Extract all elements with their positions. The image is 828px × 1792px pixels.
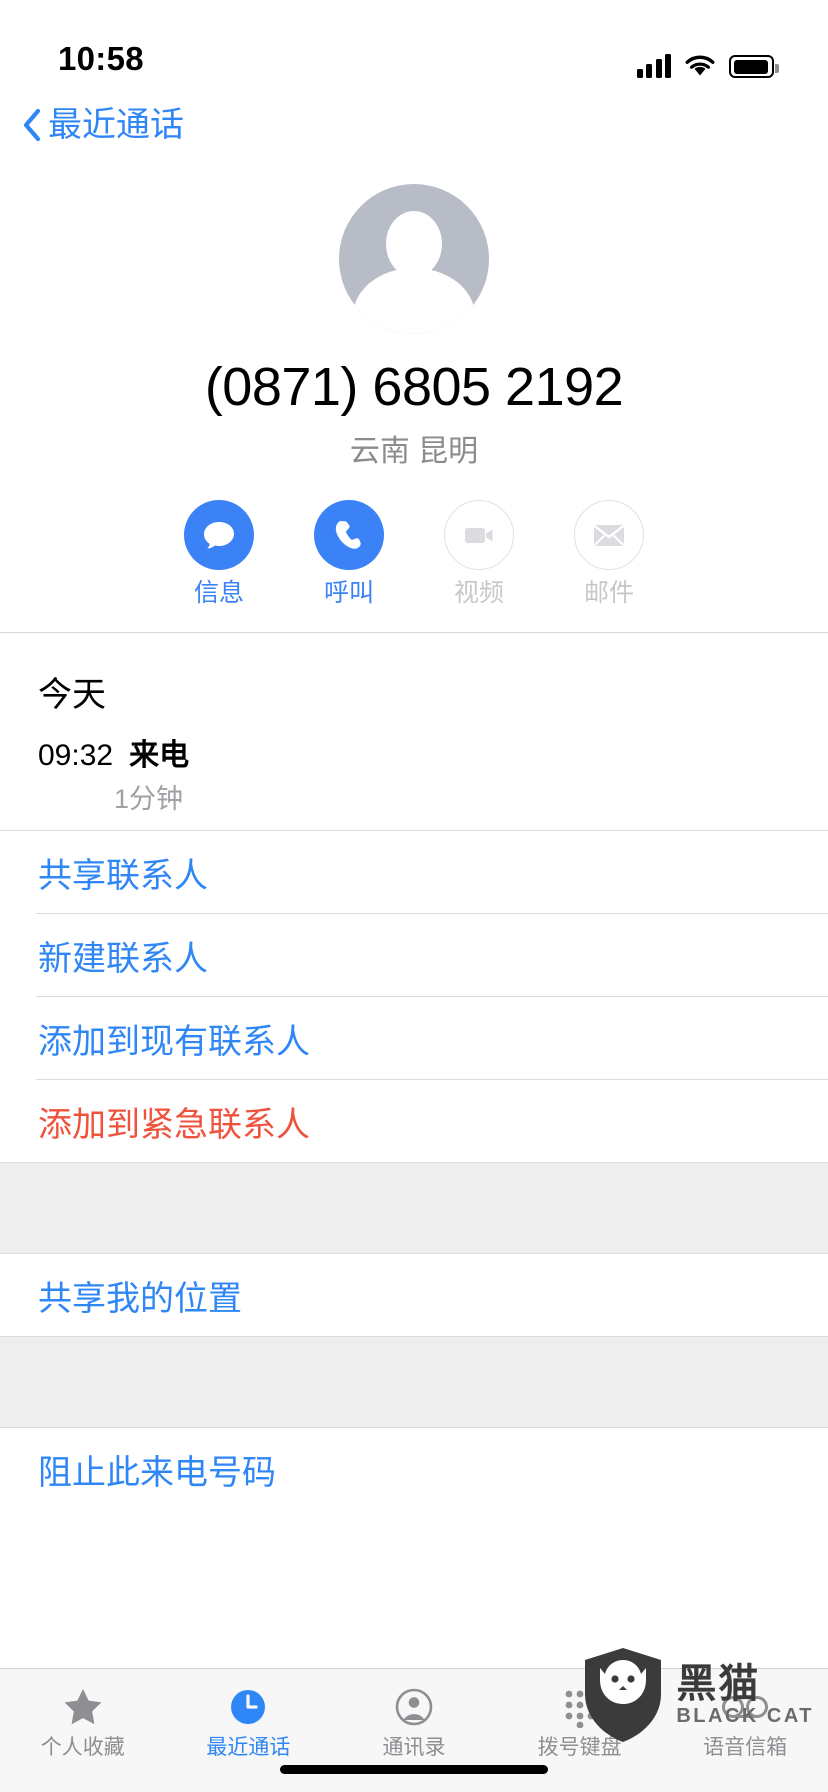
keypad-icon (559, 1683, 601, 1731)
back-button[interactable]: 最近通话 (22, 108, 184, 142)
block-action-list: 阻止此来电号码 (0, 1428, 828, 1510)
tab-voicemail-label: 语音信箱 (703, 1736, 788, 1759)
call-log-duration: 1分钟 (114, 784, 184, 814)
call-log-time: 09:32 (38, 739, 114, 772)
tab-contacts-label: 通讯录 (382, 1736, 446, 1759)
envelope-icon (574, 500, 644, 570)
quick-action-message-label: 信息 (193, 579, 244, 607)
quick-action-bar: 信息 呼叫 视频 邮件 (184, 500, 644, 606)
tab-keypad-label: 拨号键盘 (537, 1736, 622, 1759)
navigation-bar: 最近通话 (0, 92, 828, 158)
wifi-icon (684, 54, 716, 78)
add-to-existing-contact-row[interactable]: 添加到现有联系人 (0, 997, 828, 1079)
quick-action-call[interactable]: 呼叫 (314, 500, 384, 606)
call-log-type: 来电 (129, 739, 190, 772)
star-icon (62, 1683, 104, 1731)
add-to-emergency-contact-row[interactable]: 添加到紧急联系人 (0, 1080, 828, 1162)
chevron-left-icon (22, 108, 42, 142)
contact-phone-number: (0871) 6805 2192 (204, 357, 624, 417)
person-placeholder-icon (339, 184, 489, 334)
status-bar: 10:58 (0, 0, 828, 92)
clock-icon (227, 1683, 269, 1731)
contact-header: (0871) 6805 2192 云南 昆明 信息 呼叫 视频 邮件 (0, 158, 828, 606)
tab-favorites-label: 个人收藏 (40, 1736, 125, 1759)
call-log-section: 今天 09:32 来电 1分钟 (0, 633, 828, 816)
tab-favorites[interactable]: 个人收藏 (0, 1683, 166, 1758)
tab-contacts[interactable]: 通讯录 (331, 1683, 497, 1758)
block-caller-row[interactable]: 阻止此来电号码 (0, 1428, 828, 1510)
contact-location: 云南 昆明 (349, 435, 479, 468)
tab-recents[interactable]: 最近通话 (166, 1683, 332, 1758)
back-button-label: 最近通话 (48, 106, 184, 144)
quick-action-message[interactable]: 信息 (184, 500, 254, 606)
video-camera-icon (444, 500, 514, 570)
status-bar-indicators (636, 54, 779, 78)
phone-handset-icon (314, 500, 384, 570)
call-log-date-header: 今天 (38, 676, 106, 714)
status-bar-time: 10:58 (58, 40, 144, 77)
location-action-list: 共享我的位置 (0, 1254, 828, 1336)
quick-action-video-label: 视频 (453, 579, 504, 607)
call-log-entry-line: 09:32 来电 (38, 730, 828, 774)
quick-action-mail[interactable]: 邮件 (574, 500, 644, 606)
tab-keypad[interactable]: 拨号键盘 (497, 1683, 663, 1758)
battery-icon (729, 55, 779, 78)
create-new-contact-row[interactable]: 新建联系人 (0, 914, 828, 996)
quick-action-mail-label: 邮件 (583, 579, 634, 607)
call-log-entry: 09:32 来电 1分钟 (0, 730, 828, 816)
share-my-location-row[interactable]: 共享我的位置 (0, 1254, 828, 1336)
message-bubble-icon (184, 500, 254, 570)
share-contact-row[interactable]: 共享联系人 (0, 831, 828, 913)
quick-action-video[interactable]: 视频 (444, 500, 514, 606)
quick-action-call-label: 呼叫 (323, 579, 374, 607)
phone-contact-detail-screen: 10:58 最近通话 (0871) 6805 2192 云南 昆明 信息 呼叫 … (0, 0, 828, 1792)
section-gap (0, 1162, 828, 1254)
voicemail-icon (721, 1683, 769, 1731)
contact-action-list: 共享联系人 新建联系人 添加到现有联系人 添加到紧急联系人 (0, 831, 828, 1162)
tab-voicemail[interactable]: 语音信箱 (662, 1683, 828, 1758)
tab-recents-label: 最近通话 (206, 1736, 291, 1759)
cellular-signal-icon (636, 54, 671, 78)
section-gap (0, 1336, 828, 1428)
person-circle-icon (393, 1683, 435, 1731)
home-indicator (280, 1765, 548, 1774)
